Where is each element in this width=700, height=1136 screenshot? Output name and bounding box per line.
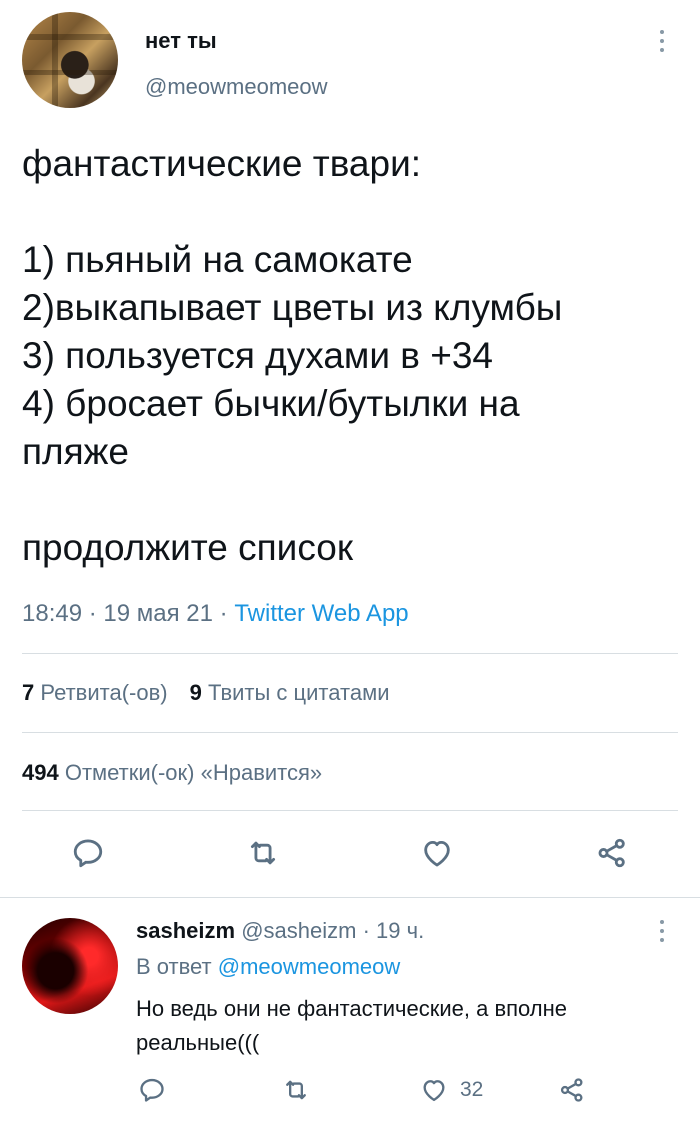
like-button[interactable]: 32 <box>420 1068 483 1112</box>
retweets-count: 7 <box>22 680 35 705</box>
like-count: 32 <box>460 1078 484 1101</box>
reply-avatar[interactable] <box>22 918 118 1014</box>
reply-actions: 32 <box>0 1068 700 1112</box>
reply-to-label: В ответ <box>136 954 212 979</box>
avatar[interactable] <box>22 12 118 108</box>
tweet-text-line: пляже <box>22 431 129 472</box>
quotes-count: 9 <box>189 680 202 705</box>
tweet-source-link[interactable]: Twitter Web App <box>234 600 408 627</box>
reply-button[interactable] <box>63 828 113 878</box>
retweet-icon <box>286 1080 306 1100</box>
share-button[interactable] <box>558 1068 586 1112</box>
quotes-label: Твиты с цитатами <box>207 680 390 705</box>
tweet-text: фантастические твари: 1) пьяный на самок… <box>22 140 682 572</box>
retweets-link[interactable]: 7 Ретвита(-ов) <box>22 680 168 705</box>
reply-icon <box>140 1078 164 1102</box>
like-button[interactable] <box>412 828 462 878</box>
tweet-text-line <box>22 188 682 236</box>
meta-separator: · <box>219 600 228 627</box>
retweet-button[interactable] <box>238 828 288 878</box>
likes-link[interactable]: 494 Отметки(-ок) «Нравится» <box>22 760 322 785</box>
heart-icon <box>424 840 450 867</box>
reply-tweet[interactable]: sasheizm @sasheizm · 19 ч. В ответ @meow… <box>0 898 700 1136</box>
retweet-button[interactable] <box>282 1068 310 1112</box>
reply-time[interactable]: 19 ч. <box>376 918 424 943</box>
reply-handle[interactable]: @sasheizm <box>241 918 356 943</box>
likes-count: 494 <box>22 760 59 785</box>
tweet-stats-likes: 494 Отметки(-ок) «Нравится» <box>22 760 322 786</box>
reply-to: В ответ @meowmeomeow <box>136 954 400 980</box>
tweet-text-line: 4) бросает бычки/бутылки на <box>22 383 520 424</box>
share-icon <box>598 838 625 868</box>
share-icon <box>560 1078 583 1102</box>
tweet-actions <box>0 828 700 878</box>
share-button[interactable] <box>587 828 637 878</box>
tweet-time[interactable]: 18:49 <box>22 600 82 627</box>
user-handle[interactable]: @meowmeomeow <box>145 74 328 100</box>
tweet-text-line: 3) пользуется духами в +34 <box>22 335 494 376</box>
tweet-text-line: фантастические твари: <box>22 143 422 184</box>
reply-text: Но ведь они не фантастические, а вполне … <box>136 996 568 1055</box>
reply-button[interactable] <box>138 1068 166 1112</box>
likes-label: Отметки(-ок) «Нравится» <box>64 760 323 785</box>
divider <box>22 732 678 733</box>
tweet-text-line: 2)выкапывает цветы из клумбы <box>22 287 563 328</box>
retweets-label: Ретвита(-ов) <box>40 680 168 705</box>
tweet-date[interactable]: 19 мая 21 <box>103 600 213 627</box>
reply-to-handle[interactable]: @meowmeomeow <box>218 954 401 979</box>
meta-separator: · <box>362 918 370 943</box>
meta-separator: · <box>88 600 97 627</box>
tweet-text-line: 1) пьяный на самокате <box>22 239 413 280</box>
divider <box>22 653 678 654</box>
retweet-icon <box>250 841 276 865</box>
tweet-text-line: продолжите список <box>22 527 354 568</box>
reply-display-name[interactable]: sasheizm <box>136 918 235 943</box>
more-options-icon[interactable] <box>654 920 670 946</box>
more-options-icon[interactable] <box>654 30 670 56</box>
reply-icon <box>73 839 103 868</box>
main-tweet: нет ты @meowmeomeow фантастические твари… <box>0 0 700 898</box>
tweet-stats-retweets: 7 Ретвита(-ов) 9 Твиты с цитатами <box>22 680 390 706</box>
display-name[interactable]: нет ты <box>145 28 217 54</box>
reply-header: sasheizm @sasheizm · 19 ч. <box>136 918 424 944</box>
divider <box>22 810 678 811</box>
tweet-meta: 18:49 · 19 мая 21 · Twitter Web App <box>22 600 409 628</box>
tweet-text-line <box>22 476 682 524</box>
quotes-link[interactable]: 9 Твиты с цитатами <box>190 680 390 705</box>
heart-icon <box>423 1080 445 1102</box>
